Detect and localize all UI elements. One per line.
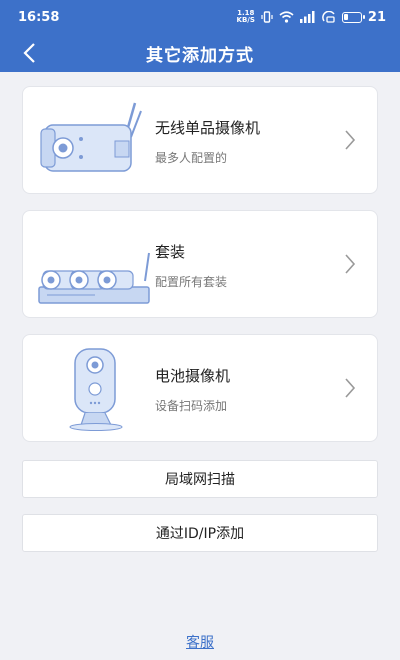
status-icons: 1.18 KB/S 21 (237, 10, 386, 25)
wireless-bullet-camera-icon (40, 102, 142, 172)
hd-signal-icon (322, 11, 336, 23)
battery-level: 21 (367, 9, 386, 25)
vibrate-icon (261, 11, 273, 23)
camera-kit-nvr-icon (38, 252, 150, 304)
add-by-id-ip-button[interactable]: 通过ID/IP添加 (22, 514, 378, 552)
lan-scan-button[interactable]: 局域网扫描 (22, 460, 378, 498)
battery-camera-icon (69, 348, 123, 431)
option-subtitle: 设备扫码添加 (155, 399, 228, 413)
chevron-right-icon (345, 254, 356, 274)
back-button[interactable] (12, 36, 46, 70)
status-bar: 16:58 1.18 KB/S 21 (0, 0, 400, 34)
option-title: 电池摄像机 (155, 367, 231, 385)
chevron-left-icon (23, 43, 35, 63)
signal-icon (299, 11, 316, 23)
option-subtitle: 配置所有套装 (155, 275, 228, 289)
option-subtitle: 最多人配置的 (155, 151, 228, 165)
status-time: 16:58 (18, 9, 60, 25)
wifi-icon (279, 11, 294, 23)
chevron-right-icon (345, 130, 356, 150)
nav-bar: 其它添加方式 (0, 34, 400, 72)
customer-service-link[interactable]: 客服 (0, 632, 400, 652)
option-card-battery-camera[interactable]: 电池摄像机 设备扫码添加 (22, 334, 378, 442)
network-speed: 1.18 KB/S (236, 9, 255, 24)
page-title: 其它添加方式 (146, 45, 254, 66)
option-title: 套装 (155, 243, 186, 261)
option-card-camera-kit[interactable]: 套装 配置所有套装 (22, 210, 378, 318)
app-header: 16:58 1.18 KB/S 21 其它添加方式 (0, 0, 400, 72)
chevron-right-icon (345, 378, 356, 398)
option-title: 无线单品摄像机 (155, 119, 261, 137)
option-card-wireless-camera[interactable]: 无线单品摄像机 最多人配置的 (22, 86, 378, 194)
battery-icon (341, 11, 365, 23)
